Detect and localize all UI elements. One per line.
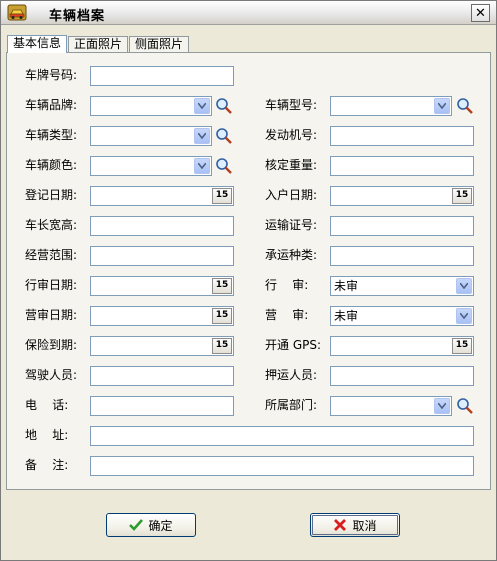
department-select[interactable] xyxy=(330,396,452,416)
tab-label: 正面照片 xyxy=(73,37,122,51)
vehicle-type-select[interactable] xyxy=(90,126,212,146)
calendar-icon[interactable]: 15 xyxy=(452,188,472,204)
entry-date-label: 入户日期: xyxy=(265,188,318,202)
tab-label: 侧面照片 xyxy=(134,37,183,51)
brand-label: 车辆品牌: xyxy=(25,98,78,112)
search-icon[interactable] xyxy=(456,97,474,115)
drive-audit-date-picker[interactable]: 15 xyxy=(90,276,234,296)
cancel-button[interactable]: 取消 xyxy=(310,513,400,537)
close-icon xyxy=(334,519,347,531)
chevron-down-icon[interactable] xyxy=(194,128,210,144)
plate-no-input[interactable] xyxy=(90,66,234,86)
reg-date-label: 登记日期: xyxy=(25,188,78,202)
cancel-button-label: 取消 xyxy=(352,518,377,533)
rated-weight-label: 核定重量: xyxy=(265,158,318,172)
biz-scope-input[interactable] xyxy=(90,246,234,266)
drive-audit-value: 未审 xyxy=(334,279,359,293)
remark-input[interactable] xyxy=(90,456,474,476)
calendar-icon[interactable]: 15 xyxy=(212,308,232,324)
drive-audit-select[interactable]: 未审 xyxy=(330,276,474,296)
rated-weight-input[interactable] xyxy=(330,156,474,176)
drive-audit-label: 行 审: xyxy=(265,278,309,292)
calendar-icon[interactable]: 15 xyxy=(212,188,232,204)
transport-cert-label: 运输证号: xyxy=(265,218,318,232)
remark-label: 备 注: xyxy=(25,458,69,472)
chevron-down-icon[interactable] xyxy=(194,98,210,114)
cargo-type-input[interactable] xyxy=(330,246,474,266)
insurance-exp-label: 保险到期: xyxy=(25,338,78,352)
calendar-icon[interactable]: 15 xyxy=(452,338,472,354)
biz-audit-date-picker[interactable]: 15 xyxy=(90,306,234,326)
phone-input[interactable] xyxy=(90,396,234,416)
engine-no-label: 发动机号: xyxy=(265,128,318,142)
reg-date-picker[interactable]: 15 xyxy=(90,186,234,206)
ok-button[interactable]: 确定 xyxy=(106,513,196,537)
tab-label: 基本信息 xyxy=(12,36,61,50)
search-icon[interactable] xyxy=(215,97,233,115)
biz-scope-label: 经营范围: xyxy=(25,248,78,262)
biz-audit-value: 未审 xyxy=(334,309,359,323)
chevron-down-icon[interactable] xyxy=(456,308,472,324)
gps-open-picker[interactable]: 15 xyxy=(330,336,474,356)
calendar-icon[interactable]: 15 xyxy=(212,278,232,294)
close-button[interactable]: ✕ xyxy=(471,4,490,22)
ok-button-label: 确定 xyxy=(148,518,173,533)
model-select[interactable] xyxy=(330,96,452,116)
color-label: 车辆颜色: xyxy=(25,158,78,172)
window-title: 车辆档案 xyxy=(49,9,106,24)
dimensions-input[interactable] xyxy=(90,216,234,236)
entry-date-picker[interactable]: 15 xyxy=(330,186,474,206)
gps-open-label: 开通 GPS: xyxy=(265,338,322,352)
phone-label: 电 话: xyxy=(25,398,69,412)
car-icon xyxy=(7,4,27,21)
title-bar[interactable]: 车辆档案 ✕ xyxy=(1,1,496,25)
biz-audit-date-label: 营审日期: xyxy=(25,308,78,322)
tab-front-photo[interactable]: 正面照片 xyxy=(68,36,128,53)
calendar-icon[interactable]: 15 xyxy=(212,338,232,354)
brand-select[interactable] xyxy=(90,96,212,116)
checkmark-icon xyxy=(129,519,144,531)
transport-cert-input[interactable] xyxy=(330,216,474,236)
drive-audit-date-label: 行审日期: xyxy=(25,278,78,292)
search-icon[interactable] xyxy=(215,127,233,145)
address-input[interactable] xyxy=(90,426,474,446)
driver-label: 驾驶人员: xyxy=(25,368,78,382)
escort-input[interactable] xyxy=(330,366,474,386)
basic-info-panel xyxy=(6,52,491,490)
insurance-exp-picker[interactable]: 15 xyxy=(90,336,234,356)
search-icon[interactable] xyxy=(215,157,233,175)
plate-no-label: 车牌号码: xyxy=(25,68,78,82)
tab-side-photo[interactable]: 侧面照片 xyxy=(129,36,189,53)
chevron-down-icon[interactable] xyxy=(434,398,450,414)
biz-audit-select[interactable]: 未审 xyxy=(330,306,474,326)
close-icon: ✕ xyxy=(475,5,486,21)
department-label: 所属部门: xyxy=(265,398,318,412)
vehicle-archive-window: 车辆档案 ✕ 基本信息 正面照片 侧面照片 车牌号码: 车辆品牌: 车辆型号: … xyxy=(0,0,497,561)
chevron-down-icon[interactable] xyxy=(434,98,450,114)
model-label: 车辆型号: xyxy=(265,98,318,112)
driver-input[interactable] xyxy=(90,366,234,386)
biz-audit-label: 营 审: xyxy=(265,308,309,322)
dimensions-label: 车长宽高: xyxy=(25,218,78,232)
chevron-down-icon[interactable] xyxy=(456,278,472,294)
engine-no-input[interactable] xyxy=(330,126,474,146)
cargo-type-label: 承运种类: xyxy=(265,248,318,262)
escort-label: 押运人员: xyxy=(265,368,318,382)
vehicle-type-label: 车辆类型: xyxy=(25,128,78,142)
color-select[interactable] xyxy=(90,156,212,176)
chevron-down-icon[interactable] xyxy=(194,158,210,174)
search-icon[interactable] xyxy=(456,397,474,415)
address-label: 地 址: xyxy=(25,428,69,442)
tab-basic-info[interactable]: 基本信息 xyxy=(7,35,67,53)
